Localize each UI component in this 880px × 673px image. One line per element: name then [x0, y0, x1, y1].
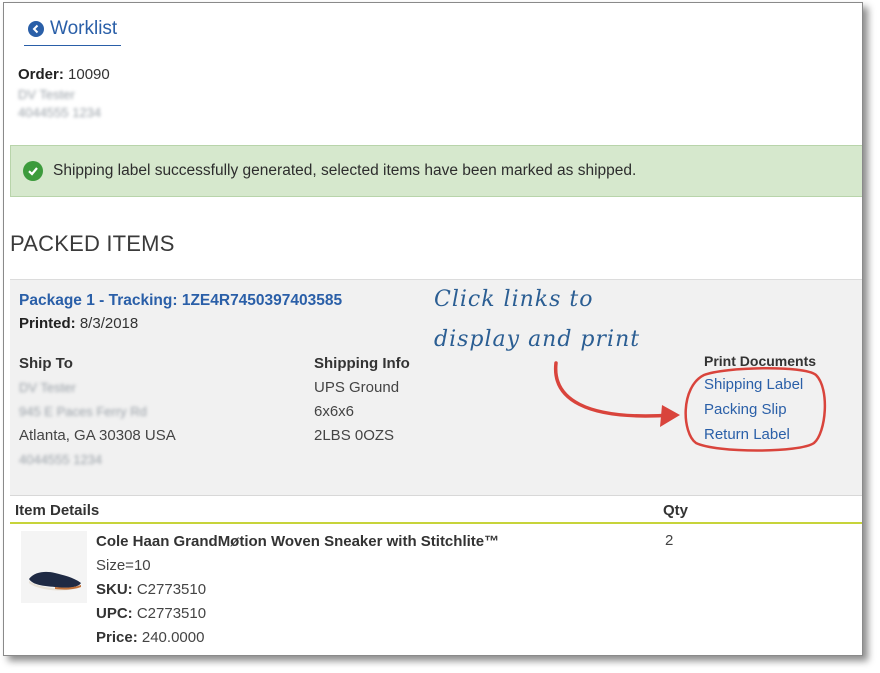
- price-value: 240.0000: [141, 629, 205, 646]
- product-image: [21, 531, 87, 603]
- item-qty: 2: [665, 532, 674, 549]
- sku-value: C2773510: [136, 581, 207, 598]
- upc-label: UPC:: [96, 605, 133, 622]
- item-name[interactable]: Cole Haan GrandMøtion Woven Sneaker with…: [96, 533, 499, 550]
- items-table-header: Item Details Qty: [10, 495, 862, 524]
- item-details-header: Item Details: [15, 502, 100, 519]
- worklist-order-page: Worklist Order: 10090 DV Tester 4044555 …: [3, 2, 863, 656]
- item-upc-line: UPC: C2773510: [96, 605, 206, 622]
- upc-value: C2773510: [136, 605, 207, 622]
- price-label: Price:: [96, 629, 138, 646]
- item-price-line: Price: 240.0000: [96, 629, 204, 646]
- qty-header: Qty: [663, 502, 689, 519]
- item-size: Size=10: [96, 557, 151, 574]
- sku-label: SKU:: [96, 581, 133, 598]
- item-sku-line: SKU: C2773510: [96, 581, 206, 598]
